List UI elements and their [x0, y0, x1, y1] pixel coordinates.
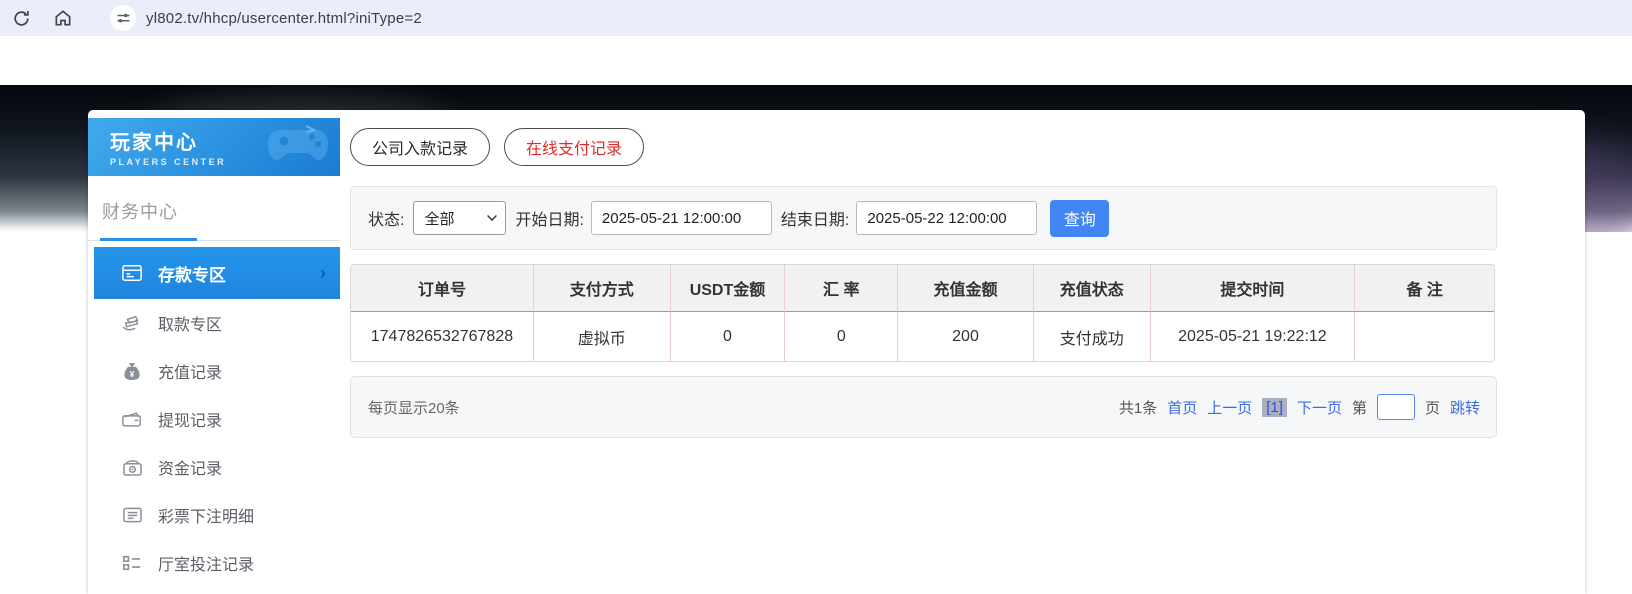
sidebar-item-label: 厅室投注记录 — [158, 557, 255, 574]
sidebar-menu: 存款专区 › 取款专区 ¥ 充值记录 提现记录 资金记录 彩票下注明细 厅室投注… — [88, 247, 340, 587]
filter-bar: 状态: 全部 开始日期: 结束日期: 查询 — [350, 186, 1497, 250]
cell-exchange-rate: 0 — [785, 312, 899, 361]
first-page-link[interactable]: 首页 — [1167, 397, 1197, 418]
cell-recharge-amount: 200 — [898, 312, 1034, 361]
cell-usdt-amount: 0 — [670, 312, 786, 361]
next-page-link[interactable]: 下一页 — [1297, 397, 1342, 418]
pagination-controls: 共1条 首页 上一页 [1] 下一页 第 页 跳转 — [1119, 394, 1480, 420]
main-content: 公司入款记录 在线支付记录 状态: 全部 开始日期: 结束日期: 查询 — [340, 110, 1585, 594]
chevron-down-icon — [487, 211, 498, 221]
sidebar-section-title: 财务中心 — [102, 202, 178, 222]
current-page-indicator: [1] — [1262, 397, 1287, 417]
sidebar: 玩家中心 PLAYERS CENTER 财务中心 存款专区 › 取款专区 ¥ 充… — [88, 110, 340, 594]
page-size-text: 每页显示20条 — [368, 399, 460, 417]
site-info-icon[interactable] — [110, 5, 136, 31]
sidebar-item-label: 资金记录 — [158, 461, 223, 478]
cell-submit-time: 2025-05-21 19:22:12 — [1150, 312, 1356, 361]
jump-suffix-text: 页 — [1424, 399, 1440, 417]
tab-online-payment-records[interactable]: 在线支付记录 — [504, 128, 645, 166]
col-remark: 备 注 — [1355, 265, 1494, 312]
sidebar-item-withdraw[interactable]: 取款专区 — [88, 299, 340, 347]
cell-order-number: 1747826532767828 — [351, 312, 534, 361]
sidebar-item-recharge-records[interactable]: ¥ 充值记录 — [88, 347, 340, 395]
status-select-value: 全部 — [424, 210, 455, 228]
prev-page-link[interactable]: 上一页 — [1207, 397, 1252, 418]
col-order-number: 订单号 — [351, 265, 534, 312]
cell-payment-method: 虚拟币 — [533, 312, 671, 361]
url-text[interactable]: yl802.tv/hhcp/usercenter.html?iniType=2 — [146, 10, 422, 27]
chevron-right-icon: › — [320, 262, 326, 283]
cell-recharge-status: 支付成功 — [1033, 312, 1151, 361]
col-usdt-amount: USDT金额 — [670, 265, 786, 312]
content-panel: 玩家中心 PLAYERS CENTER 财务中心 存款专区 › 取款专区 ¥ 充… — [88, 110, 1585, 594]
table-row: 1747826532767828 虚拟币 0 0 200 支付成功 2025-0… — [351, 312, 1494, 361]
sidebar-item-label: 充值记录 — [158, 365, 223, 382]
start-date-label: 开始日期: — [515, 212, 584, 229]
money-bag-icon: ¥ — [122, 361, 142, 381]
purse-icon — [122, 457, 142, 477]
col-payment-method: 支付方式 — [533, 265, 671, 312]
sidebar-item-hall-bet-records[interactable]: 厅室投注记录 — [88, 539, 340, 587]
search-button[interactable]: 查询 — [1050, 199, 1110, 237]
sidebar-item-fund-records[interactable]: 资金记录 — [88, 443, 340, 491]
status-select[interactable]: 全部 — [413, 201, 507, 235]
bullet-list-icon — [122, 553, 142, 573]
end-date-input[interactable] — [856, 201, 1038, 235]
address-bar[interactable]: yl802.tv/hhcp/usercenter.html?iniType=2 — [110, 5, 422, 31]
jump-prefix-text: 第 — [1351, 399, 1367, 417]
gamepad-icon — [266, 124, 330, 173]
records-table: 订单号 支付方式 USDT金额 汇 率 充值金额 充值状态 提交时间 备 注 1… — [350, 264, 1495, 362]
cell-remark — [1355, 312, 1494, 361]
end-date-label: 结束日期: — [780, 212, 850, 229]
document-list-icon — [122, 505, 142, 525]
sidebar-item-deposit[interactable]: 存款专区 › — [94, 247, 340, 299]
sidebar-item-label: 提现记录 — [158, 413, 223, 430]
section-divider-accent — [100, 238, 197, 241]
table-header-row: 订单号 支付方式 USDT金额 汇 率 充值金额 充值状态 提交时间 备 注 — [351, 265, 1494, 312]
sidebar-item-label: 取款专区 — [158, 317, 223, 334]
col-recharge-amount: 充值金额 — [898, 265, 1034, 312]
sidebar-item-label: 彩票下注明细 — [158, 509, 255, 526]
svg-text:¥: ¥ — [130, 369, 135, 379]
record-tabs: 公司入款记录 在线支付记录 — [350, 128, 1585, 166]
home-icon[interactable] — [52, 7, 74, 29]
browser-toolbar: yl802.tv/hhcp/usercenter.html?iniType=2 — [0, 0, 1632, 36]
sidebar-item-label: 存款专区 — [158, 265, 226, 285]
sidebar-item-lottery-bet-details[interactable]: 彩票下注明细 — [88, 491, 340, 539]
status-label: 状态: — [368, 212, 405, 229]
start-date-input[interactable] — [590, 201, 772, 235]
total-count-text: 共1条 — [1118, 399, 1158, 417]
sidebar-header: 玩家中心 PLAYERS CENTER — [88, 118, 340, 176]
wallet-icon — [122, 409, 142, 429]
tab-company-deposit-records[interactable]: 公司入款记录 — [350, 128, 491, 166]
deposit-card-icon — [122, 263, 142, 283]
screen: yl802.tv/hhcp/usercenter.html?iniType=2 … — [0, 0, 1632, 594]
section-divider — [88, 238, 340, 241]
jump-page-input[interactable] — [1376, 394, 1415, 420]
reload-icon[interactable] — [10, 7, 32, 29]
col-submit-time: 提交时间 — [1150, 265, 1356, 312]
pagination-bar: 每页显示20条 共1条 首页 上一页 [1] 下一页 第 页 跳转 — [350, 376, 1497, 438]
sidebar-item-withdrawal-records[interactable]: 提现记录 — [88, 395, 340, 443]
jump-link[interactable]: 跳转 — [1450, 397, 1480, 418]
col-recharge-status: 充值状态 — [1033, 265, 1151, 312]
col-exchange-rate: 汇 率 — [785, 265, 899, 312]
hand-money-icon — [122, 313, 142, 333]
